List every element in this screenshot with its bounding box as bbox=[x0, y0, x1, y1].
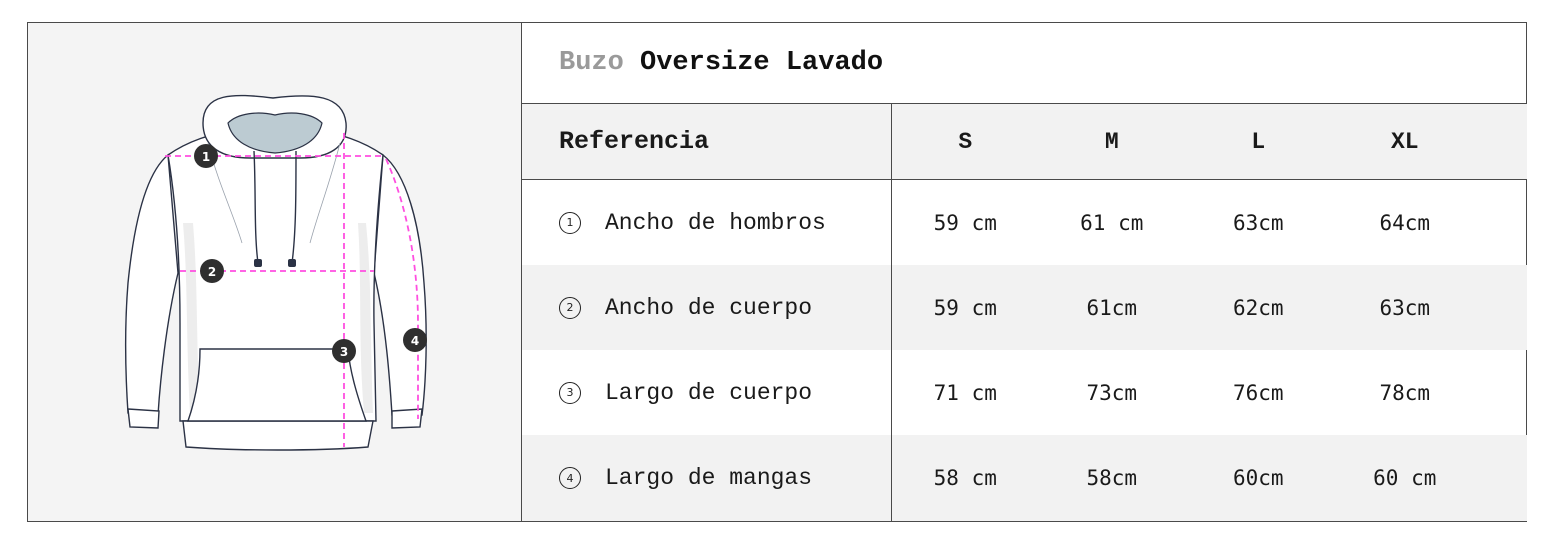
header-size-xl: XL bbox=[1390, 128, 1419, 155]
hoodie-illustration-panel: 1 2 3 4 bbox=[28, 23, 522, 521]
value-s: 59 cm bbox=[933, 210, 997, 235]
product-title: Buzo Oversize Lavado bbox=[522, 23, 1527, 104]
value-l: 63cm bbox=[1232, 210, 1284, 235]
row-reference: 3 Largo de cuerpo bbox=[522, 350, 892, 435]
table-row: 4 Largo de mangas 58 cm 58cm 60cm 60 cm bbox=[522, 435, 1527, 521]
svg-text:2: 2 bbox=[208, 265, 216, 279]
header-size-l: L bbox=[1251, 128, 1266, 155]
row-reference: 1 Ancho de hombros bbox=[522, 180, 892, 265]
header-size-m: M bbox=[1104, 128, 1119, 155]
value-m: 61cm bbox=[1086, 295, 1138, 320]
value-l: 76cm bbox=[1232, 380, 1284, 405]
header-size-s: S bbox=[958, 128, 973, 155]
value-xl: 60 cm bbox=[1373, 466, 1437, 490]
value-m: 58cm bbox=[1086, 466, 1138, 490]
row-label: Ancho de hombros bbox=[605, 209, 826, 236]
value-xl: 63cm bbox=[1379, 295, 1431, 320]
measure-marker-4: 4 bbox=[403, 328, 427, 352]
size-table: Buzo Oversize Lavado Referencia S M L XL… bbox=[522, 23, 1527, 521]
value-xl: 64cm bbox=[1379, 210, 1431, 235]
hoodie-illustration: 1 2 3 4 bbox=[124, 94, 427, 451]
table-row: 2 Ancho de cuerpo 59 cm 61cm 62cm 63cm bbox=[522, 265, 1527, 350]
measure-marker-1: 1 bbox=[194, 144, 218, 168]
measure-marker-3: 3 bbox=[332, 339, 356, 363]
row-label: Largo de cuerpo bbox=[605, 379, 813, 406]
row-number-badge: 1 bbox=[559, 211, 581, 234]
value-s: 58 cm bbox=[933, 466, 997, 490]
table-row: 3 Largo de cuerpo 71 cm 73cm 76cm 78cm bbox=[522, 350, 1527, 435]
value-l: 60cm bbox=[1232, 466, 1284, 490]
row-number-badge: 4 bbox=[559, 467, 581, 489]
value-s: 59 cm bbox=[933, 295, 997, 320]
row-reference: 4 Largo de mangas bbox=[522, 435, 892, 521]
svg-text:4: 4 bbox=[411, 334, 419, 348]
table-row: 1 Ancho de hombros 59 cm 61 cm 63cm 64cm bbox=[522, 180, 1527, 265]
row-label: Largo de mangas bbox=[605, 465, 813, 491]
row-reference: 2 Ancho de cuerpo bbox=[522, 265, 892, 350]
value-s: 71 cm bbox=[933, 380, 997, 405]
table-header-row: Referencia S M L XL bbox=[522, 104, 1527, 180]
size-chart: 1 2 3 4 Buzo Oversize Lavado Referencia … bbox=[27, 22, 1527, 522]
value-m: 73cm bbox=[1086, 380, 1138, 405]
value-m: 61 cm bbox=[1080, 210, 1144, 235]
product-title-main: Oversize Lavado bbox=[640, 48, 884, 78]
value-xl: 78cm bbox=[1379, 380, 1431, 405]
header-reference: Referencia bbox=[522, 104, 892, 179]
svg-text:1: 1 bbox=[202, 150, 210, 164]
product-title-prefix: Buzo bbox=[559, 48, 624, 78]
measure-marker-2: 2 bbox=[200, 259, 224, 283]
row-number-badge: 3 bbox=[559, 381, 581, 404]
value-l: 62cm bbox=[1232, 295, 1284, 320]
svg-text:3: 3 bbox=[340, 345, 348, 359]
row-number-badge: 2 bbox=[559, 296, 581, 319]
row-label: Ancho de cuerpo bbox=[605, 294, 813, 321]
